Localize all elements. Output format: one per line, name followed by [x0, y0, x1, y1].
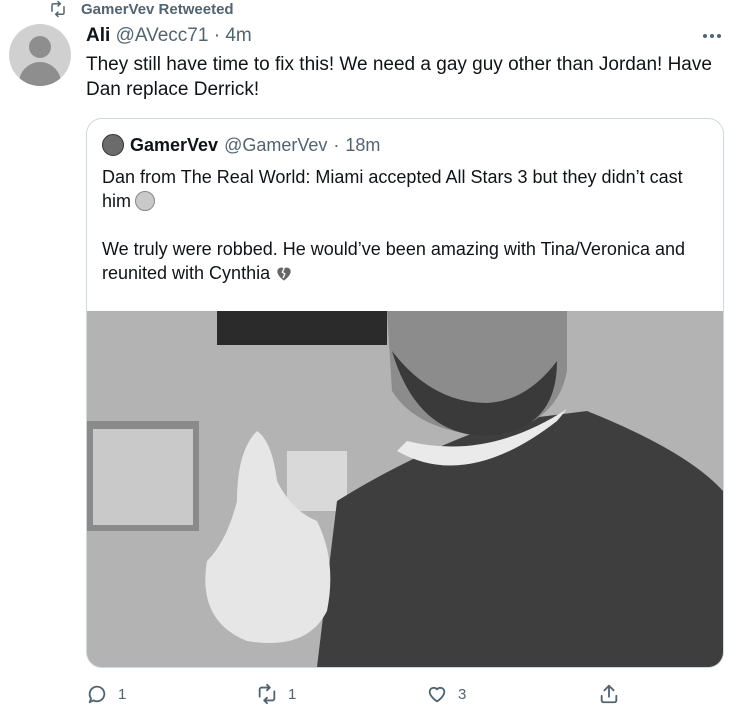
- tweet-photo[interactable]: [87, 311, 723, 667]
- disappointed-face-icon: [135, 191, 156, 211]
- tweet-actions: 1 1 3: [86, 683, 646, 711]
- like-count: 3: [458, 685, 467, 703]
- reply-count: 1: [118, 685, 127, 703]
- more-button[interactable]: [700, 24, 724, 48]
- author-handle[interactable]: @AVecc71: [116, 25, 209, 46]
- heart-icon: [428, 686, 446, 703]
- tweet-header: Ali @AVecc71 · 4m: [86, 25, 252, 47]
- quote-separator: ·: [333, 134, 340, 155]
- quote-header: GamerVev @GamerVev · 18m: [102, 134, 380, 156]
- quote-text: Dan from The Real World: Miami accepted …: [102, 165, 707, 285]
- like-button[interactable]: 3: [426, 683, 466, 705]
- share-button[interactable]: [598, 683, 620, 705]
- quoted-tweet[interactable]: GamerVev @GamerVev · 18m Dan from The Re…: [86, 118, 724, 668]
- quote-author-name: GamerVev: [130, 134, 219, 155]
- avatar[interactable]: [9, 24, 71, 86]
- retweet-context[interactable]: GamerVev Retweeted: [49, 0, 234, 18]
- more-icon: [703, 34, 707, 38]
- quote-text-line2: We truly were robbed. He would’ve been a…: [102, 239, 685, 283]
- retweet-label: GamerVev Retweeted: [81, 0, 234, 18]
- broken-heart-icon: [277, 267, 291, 281]
- quote-timestamp: 18m: [345, 134, 381, 155]
- quote-author-handle: @GamerVev: [224, 134, 328, 155]
- retweet-icon: [51, 0, 65, 18]
- quote-text-line1: Dan from The Real World: Miami accepted …: [102, 167, 683, 211]
- quote-avatar: [102, 134, 124, 156]
- separator: ·: [213, 25, 221, 46]
- retweet-action-icon: [258, 683, 276, 705]
- retweet-count: 1: [288, 685, 297, 703]
- author-name[interactable]: Ali: [86, 25, 110, 46]
- timestamp[interactable]: 4m: [225, 25, 251, 46]
- tweet-text: They still have time to fix this! We nee…: [86, 54, 712, 100]
- retweet-button[interactable]: 1: [256, 683, 296, 705]
- reply-button[interactable]: 1: [86, 683, 126, 705]
- reply-icon: [88, 685, 106, 704]
- share-icon: [600, 684, 618, 704]
